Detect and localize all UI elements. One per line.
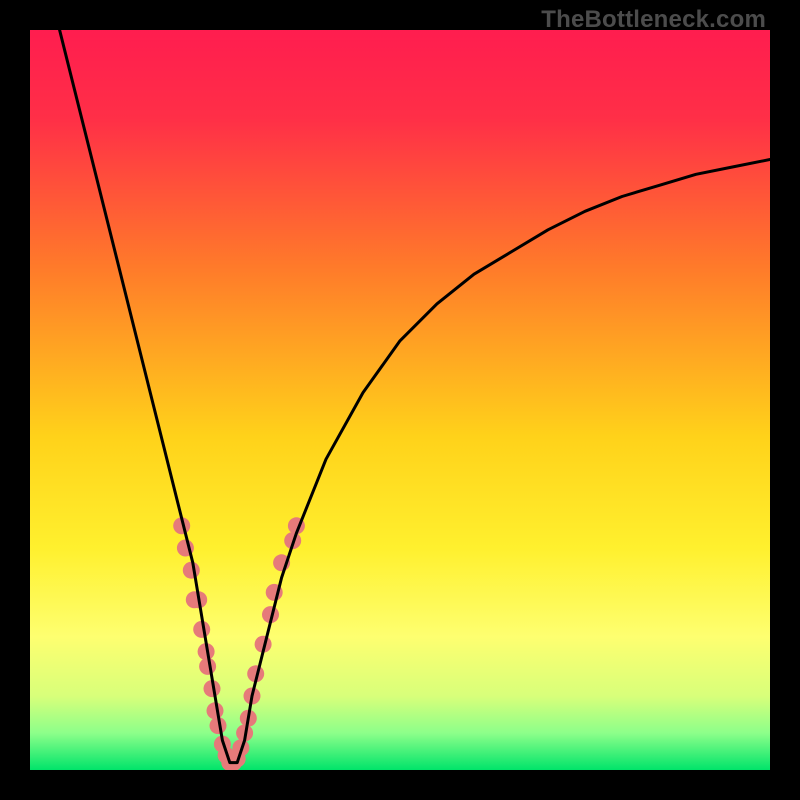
chart-frame: TheBottleneck.com xyxy=(0,0,800,800)
scatter-dot xyxy=(183,562,200,579)
watermark-text: TheBottleneck.com xyxy=(541,6,766,34)
bottleneck-curve xyxy=(60,30,770,763)
chart-svg xyxy=(30,30,770,770)
plot-area xyxy=(30,30,770,770)
scatter-dots xyxy=(173,517,305,770)
